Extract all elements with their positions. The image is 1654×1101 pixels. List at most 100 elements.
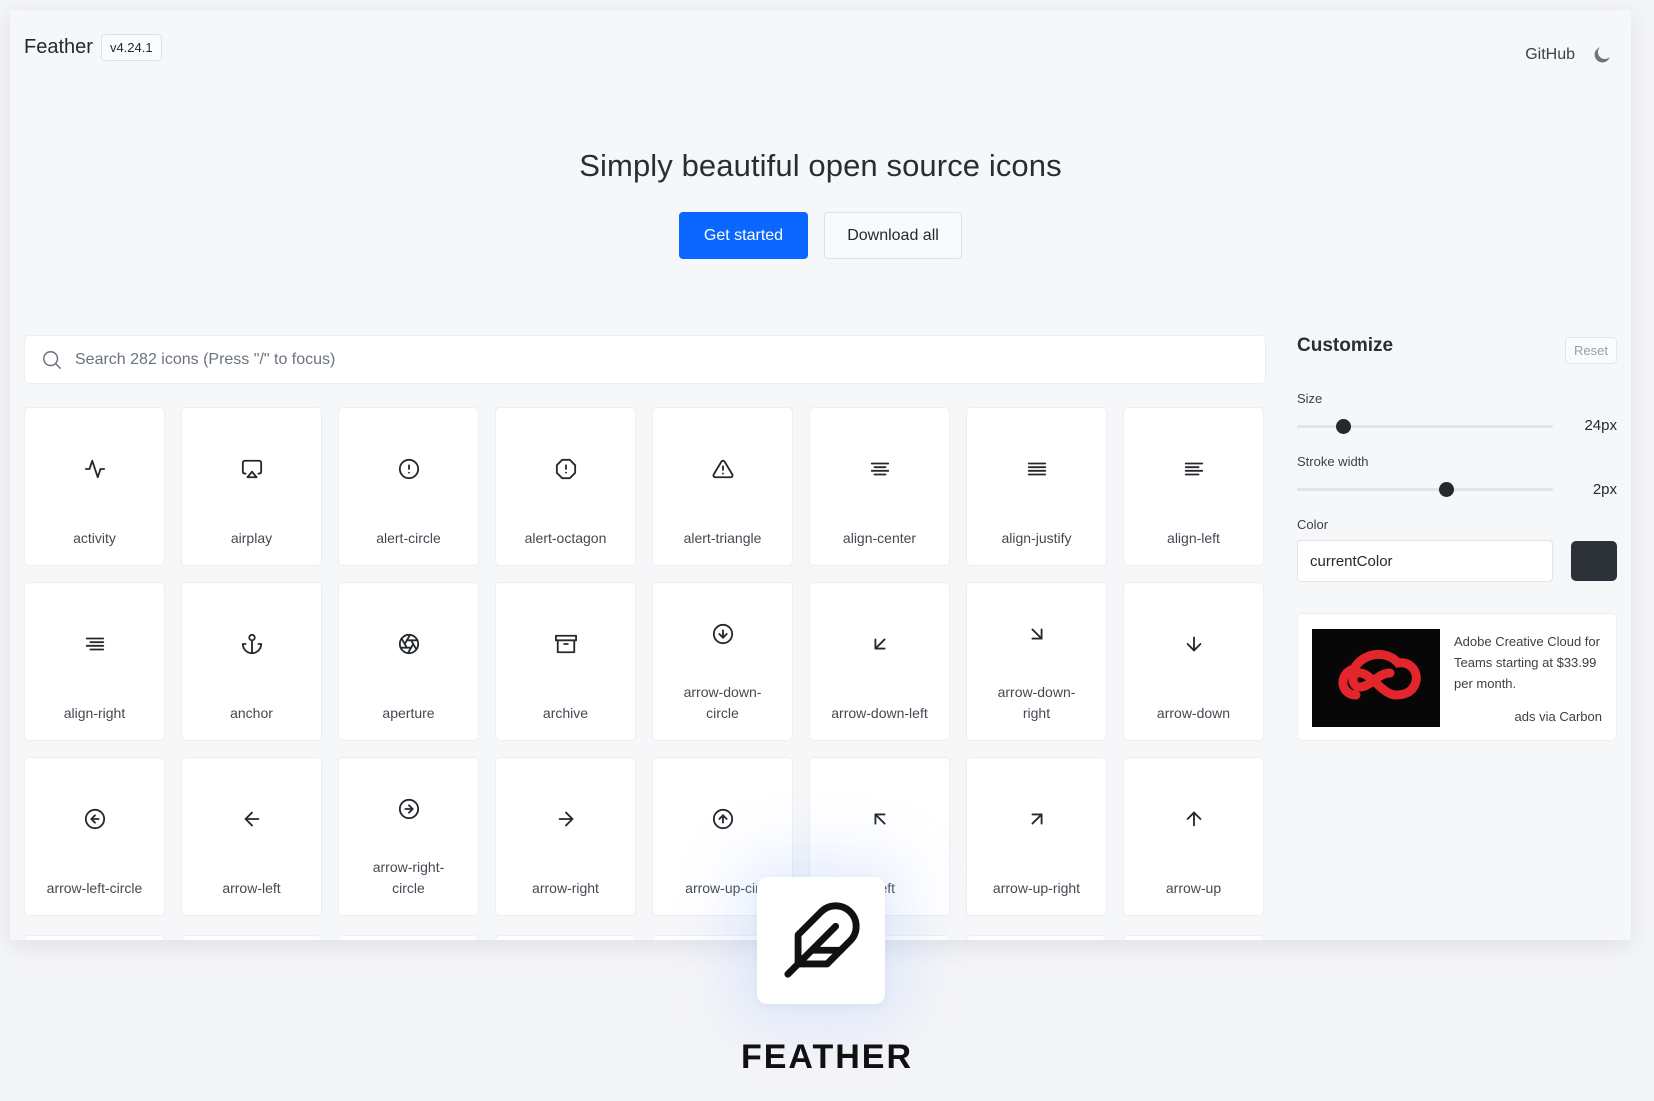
icon-card-label: archive xyxy=(542,705,589,721)
adobe-creative-cloud-logo xyxy=(1338,650,1421,700)
icon-card-label: arrow-down xyxy=(1156,705,1231,721)
icon-card-anchor[interactable]: anchor xyxy=(181,582,322,741)
icon-card[interactable] xyxy=(24,935,165,940)
arrow-up-icon xyxy=(1186,811,1201,827)
icon-card-label: activity xyxy=(73,530,116,546)
size-slider[interactable] xyxy=(1297,419,1553,434)
github-link[interactable]: GitHub xyxy=(1525,46,1575,64)
hero-title: Simply beautiful open source icons xyxy=(579,148,1062,183)
alert-triangle-icon xyxy=(712,459,733,479)
brand[interactable]: Feather v4.24.1 xyxy=(24,34,162,61)
icon-card-align-justify[interactable]: align-justify xyxy=(966,407,1107,566)
icon-card-label: arrow-down- right xyxy=(997,684,1076,721)
next-row-cards xyxy=(24,935,1266,940)
stroke-width-slider[interactable] xyxy=(1297,482,1553,497)
arrow-up-circle-icon xyxy=(712,808,733,830)
color-input[interactable] xyxy=(1297,540,1553,582)
icon-card[interactable] xyxy=(181,935,322,940)
align-center-icon xyxy=(870,462,889,476)
icon-card-label: aperture xyxy=(382,705,435,721)
customize-panel: Customize Reset Size 24px Stroke width 2… xyxy=(1297,335,1617,741)
align-justify-icon xyxy=(1027,462,1046,476)
icon-card-arrow-up-right[interactable]: arrow-up-right xyxy=(966,757,1107,916)
moon-icon[interactable] xyxy=(1591,44,1613,66)
download-all-button[interactable]: Download all xyxy=(824,212,962,259)
arrow-down-right-icon xyxy=(1031,628,1042,640)
ad-text[interactable]: Adobe Creative Cloud for Teams starting … xyxy=(1454,631,1604,694)
search-input[interactable] xyxy=(75,350,1265,369)
archive-icon xyxy=(554,634,577,654)
icon-card-arrow-down[interactable]: arrow-down xyxy=(1123,582,1264,741)
app-window: Feather v4.24.1 GitHub Simply beautiful … xyxy=(10,10,1631,940)
anchor-icon xyxy=(241,633,262,655)
icon-card-label: arrow-left xyxy=(222,880,281,896)
icon-card-label: arrow-down-left xyxy=(831,705,928,721)
color-swatch[interactable] xyxy=(1571,541,1617,581)
icon-card-label: arrow-right xyxy=(532,880,599,896)
arrow-down-circle-icon xyxy=(712,623,733,645)
icon-card-label: alert-octagon xyxy=(524,530,607,546)
alert-circle-icon xyxy=(398,458,419,480)
ads-via-carbon-link[interactable]: ads via Carbon xyxy=(1515,709,1602,724)
activity-icon xyxy=(84,459,105,479)
stroke-width-label: Stroke width xyxy=(1297,454,1369,469)
align-right-icon xyxy=(85,637,104,651)
icon-card-align-right[interactable]: align-right xyxy=(24,582,165,741)
icon-card-archive[interactable]: archive xyxy=(495,582,636,741)
icon-card-arrow-right-circle[interactable]: arrow-right- circle xyxy=(338,757,479,916)
search-bar[interactable] xyxy=(24,335,1266,384)
alert-octagon-icon xyxy=(555,458,576,480)
icon-card-aperture[interactable]: aperture xyxy=(338,582,479,741)
icon-card-arrow-up[interactable]: arrow-up xyxy=(1123,757,1264,916)
icon-card-alert-triangle[interactable]: alert-triangle xyxy=(652,407,793,566)
version-badge: v4.24.1 xyxy=(100,34,162,61)
icon-card-label: align-left xyxy=(1167,530,1220,546)
icon-card-align-center[interactable]: align-center xyxy=(809,407,950,566)
icon-card-alert-octagon[interactable]: alert-octagon xyxy=(495,407,636,566)
reset-button[interactable]: Reset xyxy=(1565,337,1617,364)
size-slider-thumb[interactable] xyxy=(1335,419,1351,434)
icon-card-label: airplay xyxy=(230,530,273,546)
feather-icon xyxy=(784,902,860,978)
arrow-down-left-icon xyxy=(874,638,885,650)
color-label: Color xyxy=(1297,517,1329,532)
icon-card-align-left[interactable]: align-left xyxy=(1123,407,1264,566)
align-left-icon xyxy=(1184,462,1203,476)
arrow-down-icon xyxy=(1186,636,1201,652)
icon-card-arrow-down-circle[interactable]: arrow-down- circle xyxy=(652,582,793,741)
ad-image[interactable] xyxy=(1312,629,1440,727)
stroke-width-slider-thumb[interactable] xyxy=(1439,482,1455,497)
hero: Simply beautiful open source icons Get s… xyxy=(10,148,1631,259)
arrow-right-circle-icon xyxy=(398,798,419,820)
icon-card-label: arrow-down- circle xyxy=(683,684,762,721)
icon-card-label: alert-triangle xyxy=(683,530,762,546)
icon-card[interactable] xyxy=(495,935,636,940)
icon-card-alert-circle[interactable]: alert-circle xyxy=(338,407,479,566)
icon-card-arrow-down-left[interactable]: arrow-down-left xyxy=(809,582,950,741)
icon-card[interactable] xyxy=(966,935,1107,940)
arrow-up-left-icon xyxy=(874,813,885,825)
search-icon xyxy=(43,350,61,369)
icon-card-arrow-right[interactable]: arrow-right xyxy=(495,757,636,916)
icon-grid: activity airplay alert-circle alert-octagon… xyxy=(24,407,1266,916)
arrow-left-circle-icon xyxy=(84,808,105,830)
icon-card-arrow-left[interactable]: arrow-left xyxy=(181,757,322,916)
icon-card-label: arrow-up-right xyxy=(992,880,1081,896)
brand-name[interactable]: Feather xyxy=(24,36,93,59)
icon-card[interactable] xyxy=(1123,935,1264,940)
aperture-icon xyxy=(398,633,419,655)
hero-buttons: Get started Download all xyxy=(679,212,962,259)
icon-card-arrow-left-circle[interactable]: arrow-left-circle xyxy=(24,757,165,916)
icon-card-label: arrow-right- circle xyxy=(372,859,445,896)
icon-card-arrow-down-right[interactable]: arrow-down- right xyxy=(966,582,1107,741)
carbon-ad[interactable]: Adobe Creative Cloud for Teams starting … xyxy=(1297,613,1617,741)
get-started-button[interactable]: Get started xyxy=(679,212,808,259)
icon-card-label: arrow-up xyxy=(1165,880,1222,896)
icon-card[interactable] xyxy=(338,935,479,940)
icon-card-label: arrow-left-circle xyxy=(46,880,143,896)
icon-card-airplay[interactable]: airplay xyxy=(181,407,322,566)
icon-card-activity[interactable]: activity xyxy=(24,407,165,566)
airplay-icon xyxy=(241,459,262,479)
feather-wordmark: FEATHER xyxy=(740,1038,914,1076)
icon-card-label: align-center xyxy=(842,530,917,546)
